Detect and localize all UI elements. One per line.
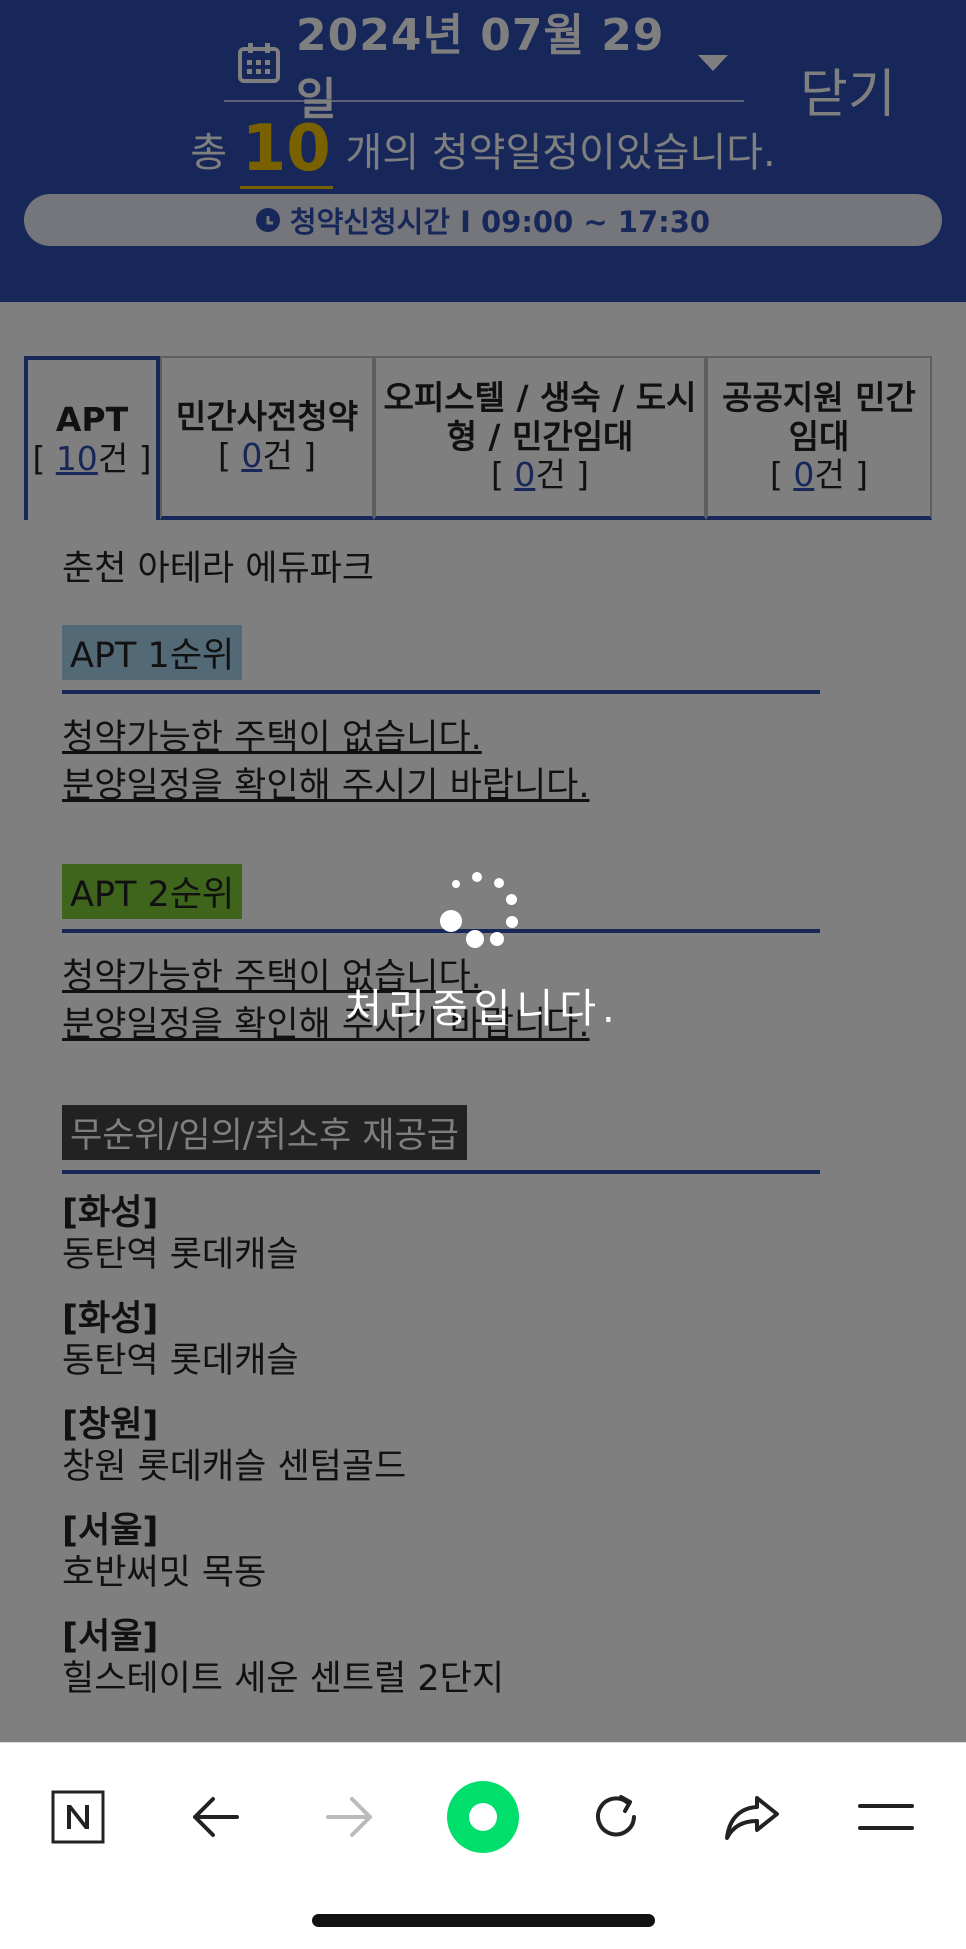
menu-icon[interactable]: [844, 1775, 928, 1859]
loading-text: 처리중입니다.: [345, 986, 621, 1032]
reload-icon[interactable]: [574, 1775, 658, 1859]
back-arrow-icon[interactable]: [173, 1775, 257, 1859]
home-indicator[interactable]: [312, 1914, 655, 1927]
share-icon[interactable]: [710, 1775, 794, 1859]
forward-arrow-icon[interactable]: [308, 1775, 392, 1859]
spinner-icon: [440, 872, 520, 952]
naver-n-icon[interactable]: [36, 1775, 120, 1859]
loading-overlay: 처리중입니다.: [0, 0, 966, 1742]
green-home-icon[interactable]: [441, 1775, 525, 1859]
